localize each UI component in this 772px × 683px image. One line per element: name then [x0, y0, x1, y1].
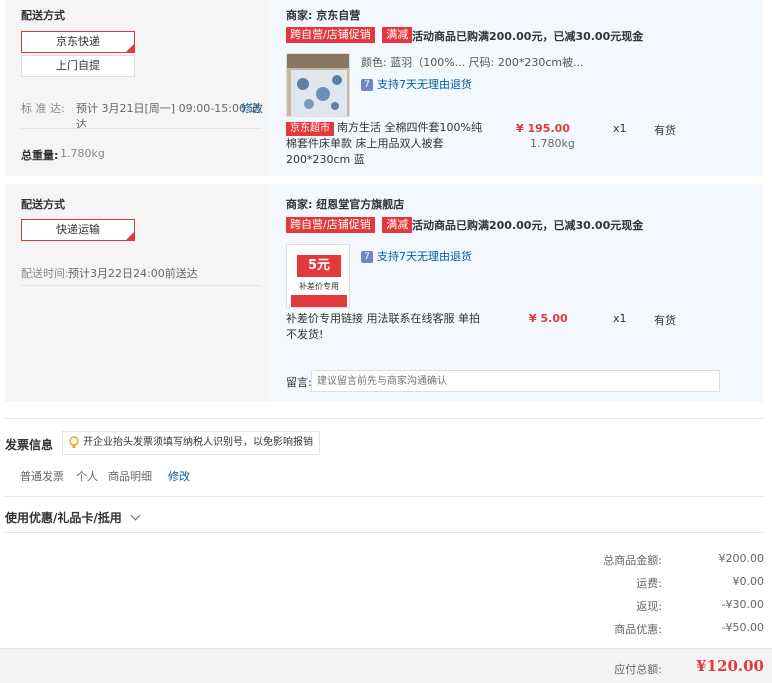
delivery-time-label: 配送时间: [21, 267, 69, 280]
return-policy: 7 支持7天无理由退货 [361, 248, 472, 264]
standard-delivery-label: 标 准 达: [21, 102, 65, 115]
return-policy-text: 支持7天无理由退货 [377, 250, 472, 263]
item-weight: 1.780kg [530, 137, 575, 150]
delivery-panel: 配送方式 快递运输 配送时间: 预计3月22日24:00前送达 [5, 184, 269, 402]
thumb-footer-bar [291, 295, 347, 307]
invoice-content: 商品明细 [108, 470, 152, 483]
cross-promo-tag: 跨自营/店铺促销 [286, 217, 375, 233]
return-policy: 7 支持7天无理由退货 [361, 76, 472, 92]
product-thumbnail[interactable]: 5元 补差价专用 [286, 244, 350, 308]
coupon-toggle[interactable]: 使用优惠/礼品卡/抵用 [5, 509, 141, 526]
message-label: 留言: [286, 376, 312, 389]
divider [5, 496, 763, 497]
delivery-option-jd-express[interactable]: 京东快递 [21, 31, 135, 53]
chevron-down-icon [130, 510, 141, 521]
full-reduction-tag: 满减 [382, 27, 413, 43]
delivery-option-express-shipping[interactable]: 快递运输 [21, 219, 135, 241]
product-quantity: x1 [613, 122, 627, 135]
summary-value: ¥200.00 [718, 552, 765, 565]
invoice-tip-text: 开企业抬头发票须填写纳税人识别号，以免影响报销 [83, 437, 313, 448]
summary-value: -¥30.00 [721, 598, 764, 611]
invoice-tip: 开企业抬头发票须填写纳税人识别号，以免影响报销 [62, 431, 320, 455]
thumb-subtitle: 补差价专用 [299, 282, 339, 291]
coupon-title: 使用优惠/礼品卡/抵用 [5, 511, 122, 525]
promo-row: 跨自营/店铺促销 满减 [286, 217, 413, 233]
summary-label: 总商品金额: [603, 554, 662, 567]
promo-row: 跨自营/店铺促销 满减 [286, 27, 413, 43]
product-panel: 商家: 京东自营 跨自营/店铺促销 满减 活动商品已购满200.00元，已减30… [269, 0, 763, 176]
delivery-title: 配送方式 [21, 198, 65, 211]
shop-block-1: 配送方式 京东快递 上门自提 标 准 达: 预计 3月21日[周一] 09:00… [5, 0, 763, 176]
total-bar: 应付总额: ¥120.00 [0, 648, 772, 683]
full-reduction-tag: 满减 [382, 217, 413, 233]
divider [5, 418, 763, 419]
summary-label: 运费: [636, 577, 662, 590]
product-price: ¥ 5.00 [529, 312, 568, 325]
weight-label: 总重量: [21, 149, 59, 162]
delivery-option-self-pickup[interactable]: 上门自提 [21, 55, 135, 77]
divider [5, 532, 763, 533]
promo-text: 活动商品已购满200.00元，已减30.00元现金 [412, 219, 644, 232]
return-badge-icon: 7 [361, 251, 373, 263]
product-price: ¥ 195.00 [516, 122, 570, 135]
total-amount: ¥120.00 [696, 657, 764, 675]
stock-status: 有货 [654, 124, 676, 137]
return-policy-text: 支持7天无理由退货 [377, 78, 472, 91]
delivery-time: 预计3月22日24:00前送达 [68, 267, 198, 280]
product-quantity: x1 [613, 312, 627, 325]
divider [21, 128, 261, 129]
total-label: 应付总额: [614, 663, 662, 676]
invoice-title: 发票信息 [5, 438, 54, 452]
edit-delivery-link[interactable]: 修改 [241, 100, 263, 116]
invoice-head: 个人 [76, 470, 98, 483]
invoice-type: 普通发票 [20, 470, 64, 483]
merchant-name: 商家: 京东自营 [286, 9, 361, 22]
shop-block-2: 配送方式 快递运输 配送时间: 预计3月22日24:00前送达 商家: 纽恩堂官… [5, 184, 763, 402]
weight-value: 1.780kg [60, 147, 105, 160]
stock-status: 有货 [654, 314, 676, 327]
product-title[interactable]: 补差价专用链接 用法联系在线客服 单拍不发货! [286, 311, 486, 343]
lightbulb-icon [69, 436, 79, 448]
delivery-title: 配送方式 [21, 9, 65, 22]
cross-promo-tag: 跨自营/店铺促销 [286, 27, 375, 43]
product-panel: 商家: 纽恩堂官方旗舰店 跨自营/店铺促销 满减 活动商品已购满200.00元，… [269, 184, 763, 402]
divider [21, 285, 261, 286]
product-spec: 颜色: 蓝羽（100%... 尺码: 200*230cm被... [361, 56, 584, 69]
product-title-block[interactable]: 京东超市 南方生活 全棉四件套100%纯棉套件床单款 床上用品双人被套200*23… [286, 120, 486, 168]
summary-label: 商品优惠: [614, 623, 662, 636]
edit-invoice-link[interactable]: 修改 [168, 468, 190, 484]
merchant-name: 商家: 纽恩堂官方旗舰店 [286, 198, 405, 211]
summary-label: 返现: [636, 600, 662, 613]
delivery-panel: 配送方式 京东快递 上门自提 标 准 达: 预计 3月21日[周一] 09:00… [5, 0, 269, 176]
summary-value: -¥50.00 [721, 621, 764, 634]
summary-value: ¥0.00 [732, 575, 765, 588]
thumb-price-label: 5元 [297, 255, 341, 277]
message-input[interactable] [311, 370, 720, 392]
return-badge-icon: 7 [361, 79, 373, 91]
jd-supermarket-tag: 京东超市 [286, 122, 334, 136]
promo-text: 活动商品已购满200.00元，已减30.00元现金 [412, 30, 644, 43]
product-thumbnail[interactable] [286, 53, 350, 117]
